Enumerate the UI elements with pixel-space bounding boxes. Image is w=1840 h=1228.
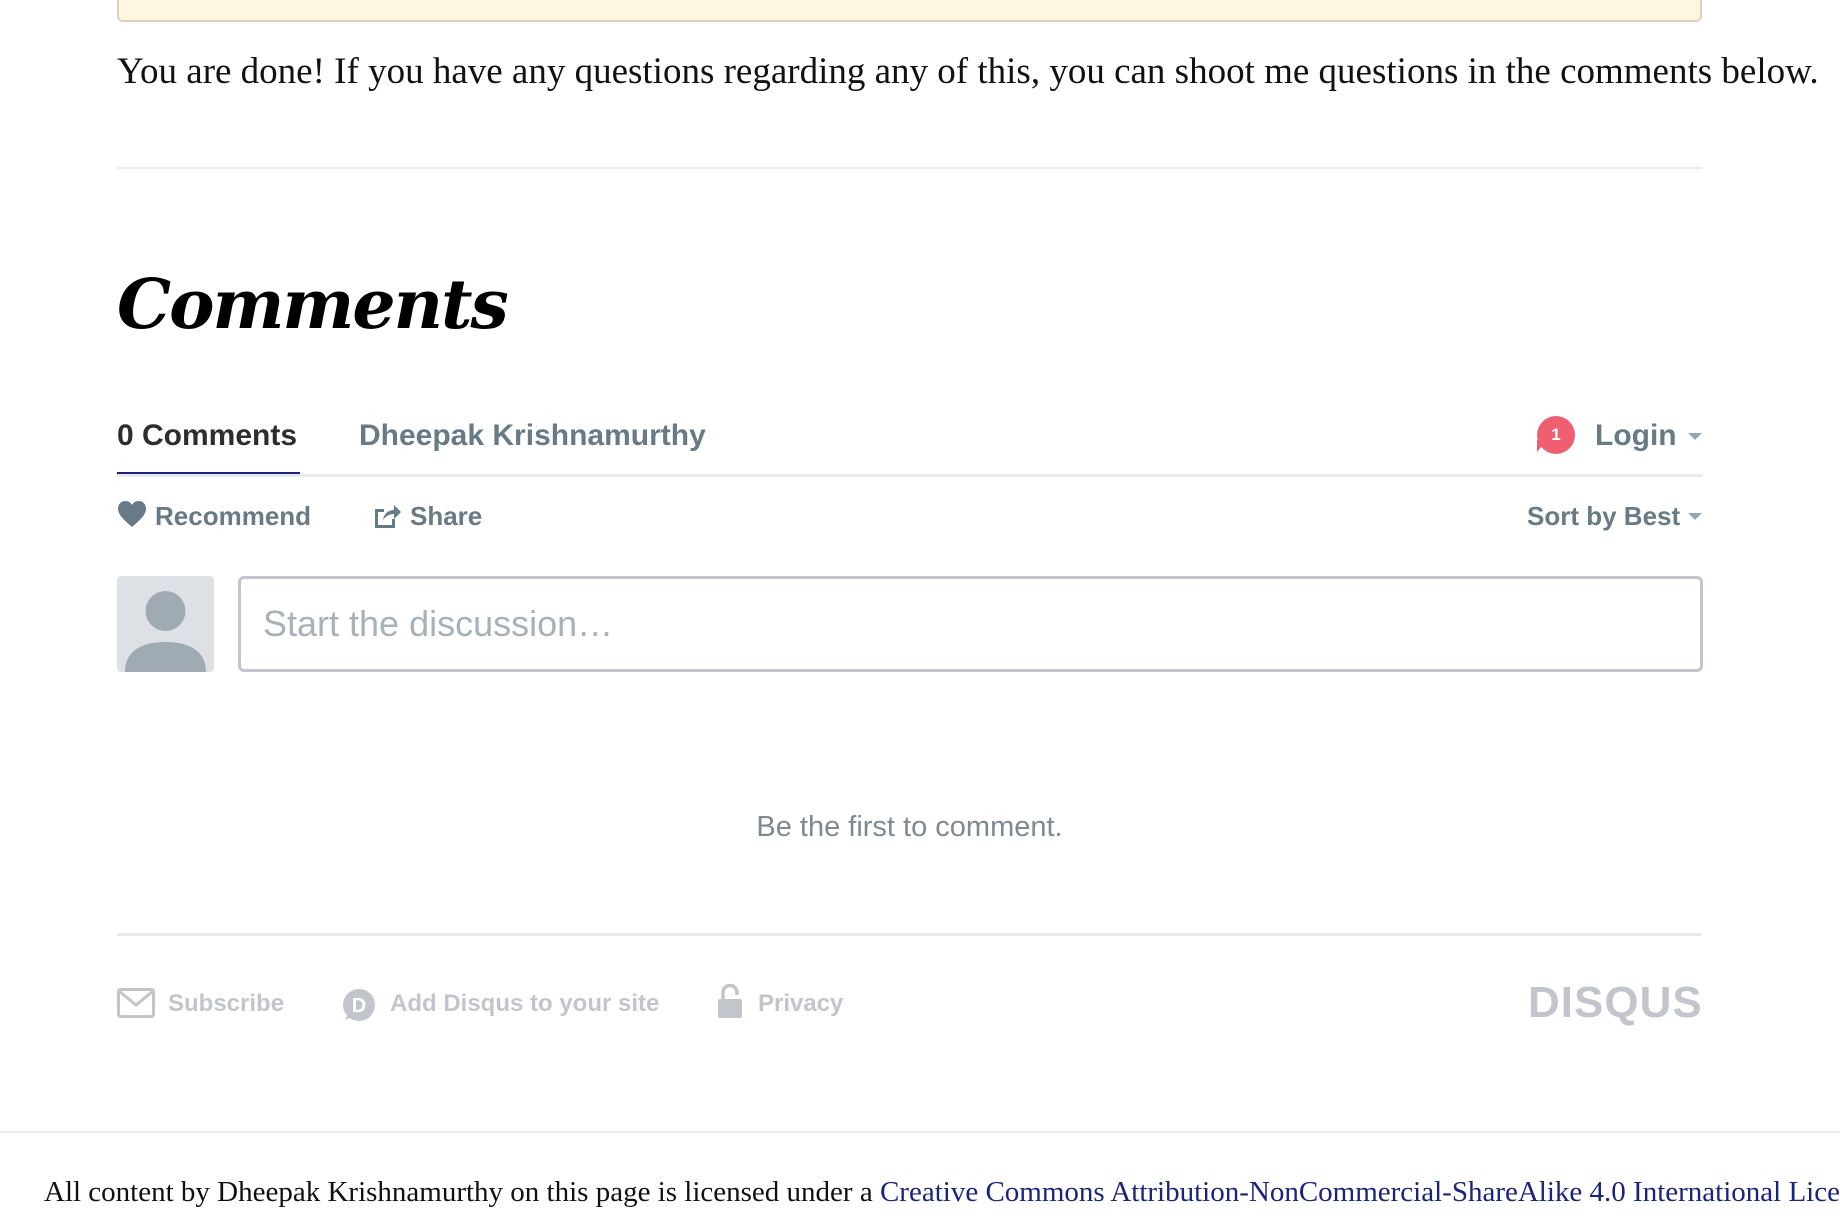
license-notice: All content by Dheepak Krishnamurthy on … xyxy=(44,1170,1840,1214)
license-link[interactable]: Creative Commons Attribution-NonCommerci… xyxy=(880,1176,1840,1208)
notification-badge[interactable]: 1 xyxy=(1537,416,1575,454)
disqus-d-icon[interactable]: D xyxy=(341,987,377,1028)
footer-divider xyxy=(117,933,1702,936)
disqus-logo[interactable]: DISQUS xyxy=(1528,978,1703,1028)
comment-input[interactable]: Start the discussion… xyxy=(238,576,1703,672)
chevron-down-icon[interactable] xyxy=(1688,433,1702,440)
heart-icon[interactable] xyxy=(117,500,147,533)
comments-heading: Comments xyxy=(117,265,509,345)
lock-icon[interactable] xyxy=(717,983,743,1024)
recommend-button[interactable]: Recommend xyxy=(155,496,311,536)
section-divider xyxy=(117,167,1702,169)
sort-dropdown[interactable]: Sort by Best xyxy=(1527,496,1680,536)
page-footer-divider xyxy=(0,1131,1840,1133)
tab-community-author[interactable]: Dheepak Krishnamurthy xyxy=(359,414,706,458)
license-prefix: All content by Dheepak Krishnamurthy on … xyxy=(44,1176,880,1208)
avatar xyxy=(117,576,214,672)
empty-state-message: Be the first to comment. xyxy=(756,811,1063,843)
share-icon[interactable] xyxy=(372,501,402,534)
nav-divider xyxy=(117,474,1702,477)
callout-box xyxy=(117,0,1702,22)
sort-chevron-down-icon[interactable] xyxy=(1688,513,1702,520)
login-menu[interactable]: Login xyxy=(1595,414,1677,458)
closing-paragraph: You are done! If you have any questions … xyxy=(117,51,1819,92)
add-disqus-link[interactable]: Add Disqus to your site xyxy=(390,986,659,1022)
subscribe-link[interactable]: Subscribe xyxy=(168,986,284,1022)
tab-comments-count[interactable]: 0 Comments xyxy=(117,414,297,458)
svg-text:D: D xyxy=(352,995,366,1017)
share-button[interactable]: Share xyxy=(410,496,482,536)
envelope-icon[interactable] xyxy=(117,988,155,1023)
privacy-link[interactable]: Privacy xyxy=(758,986,843,1022)
